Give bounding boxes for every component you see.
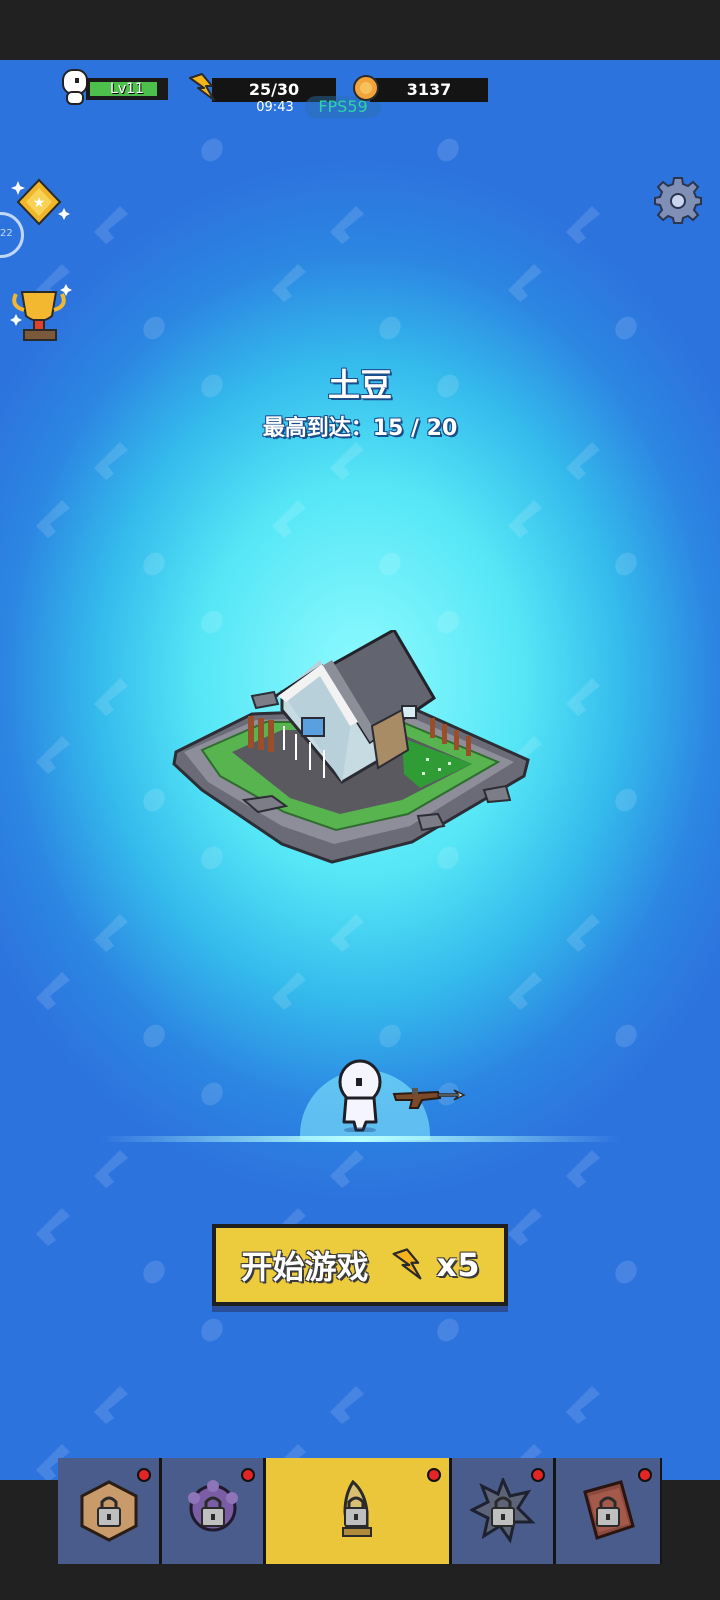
pattern-drop-icon [138,1020,170,1052]
locked-orb-icon [187,1480,238,1532]
system-status-bar [0,0,720,60]
pattern-gun-icon [330,914,364,952]
nav-tab-orb[interactable] [162,1458,266,1564]
nav-tab-bullet[interactable] [266,1458,452,1564]
locked-book-icon [583,1480,635,1540]
pattern-gun-icon [330,1150,364,1188]
nav-tab-spiked[interactable] [452,1458,556,1564]
pattern-gun-icon [566,1150,600,1188]
pattern-gun-icon [36,972,70,1010]
pattern-drop-icon [432,1314,464,1346]
pattern-gun-icon [566,914,600,952]
coin-icon [353,75,379,101]
notification-badge [638,1468,652,1482]
notification-badge [137,1468,151,1482]
pattern-drop-icon [138,312,170,344]
svg-text:★: ★ [33,195,46,211]
level-label: Lv11 [110,81,144,97]
notification-badge [531,1468,545,1482]
lightning-icon [189,73,215,101]
pattern-drop-icon [374,1020,406,1052]
pattern-gun-icon [94,678,128,716]
pattern-drop-icon [610,312,642,344]
pattern-gun-icon [508,972,542,1010]
pattern-gun-icon [508,500,542,538]
pattern-gun-icon [508,1208,542,1246]
pattern-gun-icon [272,264,306,302]
pattern-drop-icon [610,1020,642,1052]
start-game-button[interactable]: 开始游戏 x5 [212,1224,508,1306]
pattern-drop-icon [138,1256,170,1288]
bottom-nav [58,1458,662,1564]
pattern-gun-icon [36,1208,70,1246]
pattern-gun-icon [94,1386,128,1424]
pattern-gun-icon [566,206,600,244]
pattern-drop-icon [432,134,464,166]
best-label: 最高到达： [262,416,373,441]
pattern-gun-icon [508,264,542,302]
platform-glow [100,1136,620,1142]
start-game-cost: x5 [436,1246,480,1284]
crossbow-icon [392,1088,466,1109]
locked-bullet-icon [341,1479,372,1537]
pattern-drop-icon [610,548,642,580]
best-progress: 最高到达：15 / 20 [0,410,720,442]
nav-tab-book[interactable] [556,1458,660,1564]
pattern-drop-icon [374,548,406,580]
pattern-drop-icon [196,1314,228,1346]
character-sprite[interactable] [336,1058,386,1132]
coin-bar[interactable]: 3137 [370,78,488,102]
pattern-drop-icon [138,548,170,580]
trophy-icon[interactable] [8,282,72,348]
pattern-gun-icon [330,1386,364,1424]
pattern-drop-icon [138,784,170,816]
pattern-gun-icon [94,1150,128,1188]
notification-badge [427,1468,441,1482]
pattern-gun-icon [36,500,70,538]
stage-map-house-island[interactable] [172,630,542,870]
pattern-drop-icon [610,784,642,816]
pattern-drop-icon [196,1078,228,1110]
pattern-drop-icon [610,1256,642,1288]
energy-timer: 09:43 [256,100,294,115]
coin-count: 3137 [406,80,452,99]
level-bar: Lv11 [86,78,168,100]
pattern-gun-icon [36,736,70,774]
lightning-icon [392,1248,421,1280]
pattern-gun-icon [272,500,306,538]
nav-tab-crate[interactable] [58,1458,162,1564]
gear-icon[interactable] [654,176,702,224]
pattern-gun-icon [566,442,600,480]
pattern-gun-icon [94,914,128,952]
locked-crate-icon [80,1480,137,1542]
locked-spiked-icon [469,1478,536,1544]
pattern-gun-icon [272,972,306,1010]
start-game-label: 开始游戏 [240,1248,369,1286]
pattern-gun-icon [566,678,600,716]
stage-title: 土豆 [327,366,392,404]
notification-badge [241,1468,255,1482]
pattern-gun-icon [94,206,128,244]
pattern-gun-icon [566,1386,600,1424]
ticket-icon[interactable]: ★ [8,176,70,232]
pattern-drop-icon [196,134,228,166]
pattern-gun-icon [330,206,364,244]
pattern-drop-icon [374,312,406,344]
pattern-gun-icon [94,442,128,480]
pattern-gun-icon [330,442,364,480]
best-value: 15 / 20 [372,416,458,441]
